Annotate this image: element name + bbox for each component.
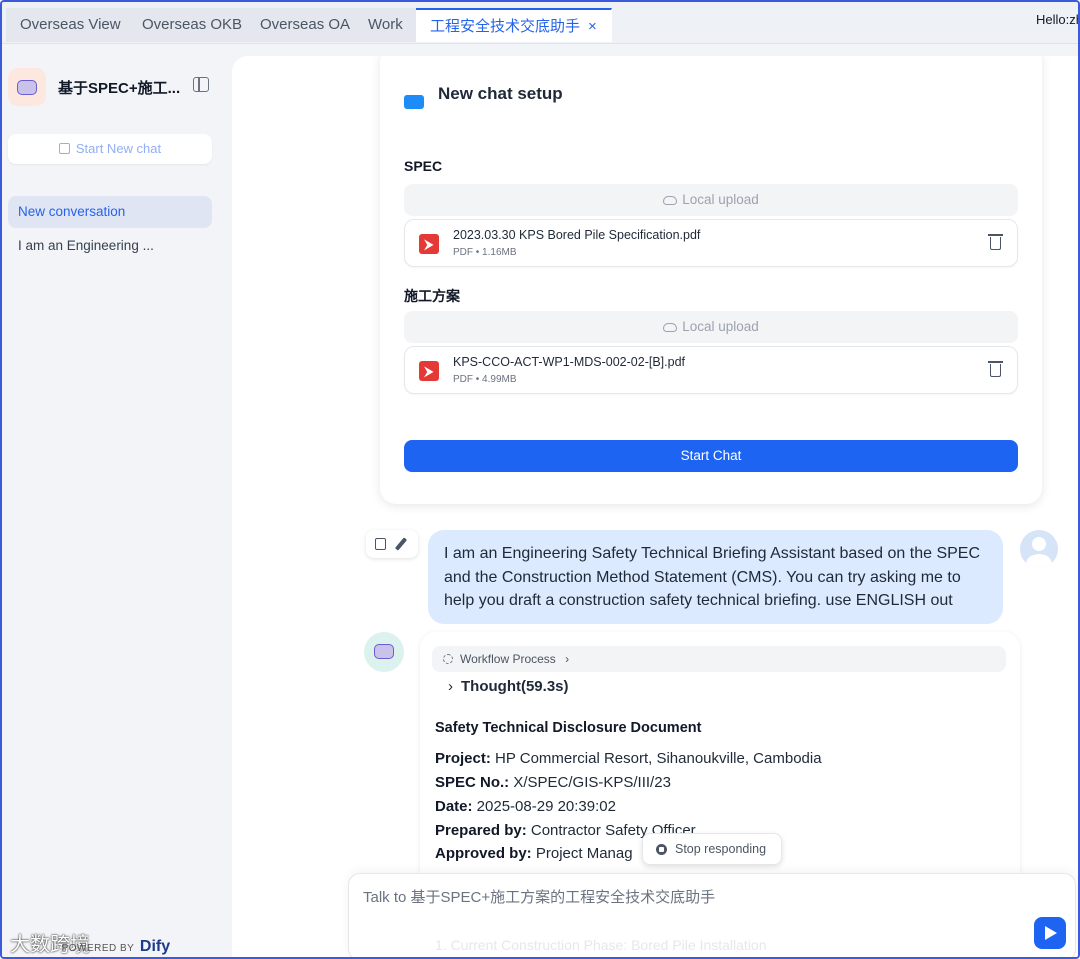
gear-icon (443, 654, 453, 664)
greeting: Hello:zh (1036, 12, 1080, 27)
stop-label: Stop responding (675, 842, 767, 856)
setup-title: New chat setup (438, 84, 563, 103)
chat-setup-icon (404, 95, 424, 109)
document-title: Safety Technical Disclosure Document (435, 720, 702, 736)
trash-icon[interactable] (988, 361, 1003, 377)
spec-upload-button[interactable]: Local upload (404, 184, 1018, 216)
tab-overseas-oa[interactable]: Overseas OA (246, 8, 366, 42)
edit-icon[interactable] (394, 537, 408, 551)
upload-label: Local upload (682, 319, 759, 334)
doc-field: Project: HP Commercial Resort, Sihanoukv… (435, 750, 822, 767)
pdf-icon: ⮞ (419, 361, 439, 381)
chat-setup-card: New chat setup SPEC Local upload ⮞ 2023.… (380, 56, 1042, 504)
workflow-label: Workflow Process (460, 652, 556, 666)
tab-label: Overseas View (20, 16, 121, 33)
conversation-item[interactable]: New conversation (8, 196, 212, 228)
robot-icon (374, 644, 394, 659)
chevron-right-icon: › (565, 652, 570, 666)
trash-icon[interactable] (988, 234, 1003, 250)
file-name: KPS-CCO-ACT-WP1-MDS-002-02-[B].pdf (453, 355, 685, 369)
doc-field: SPEC No.: X/SPEC/GIS-KPS/III/23 (435, 774, 671, 791)
sidebar: 基于SPEC+施工... Start New chat New conversa… (2, 44, 232, 957)
robot-icon (8, 68, 46, 106)
cloud-upload-icon (663, 323, 678, 332)
file-meta: PDF • 1.16MB (453, 247, 517, 258)
thought-label: Thought(59.3s) (461, 678, 569, 695)
start-chat-button[interactable]: Start Chat (404, 440, 1018, 472)
cms-label: 施工方案 (404, 288, 460, 304)
chat-main: New chat setup SPEC Local upload ⮞ 2023.… (232, 56, 1078, 957)
avatar (1020, 530, 1058, 568)
tab-overseas-view[interactable]: Overseas View (6, 8, 136, 42)
start-new-chat-label: Start New chat (75, 141, 162, 156)
tab-label: Work (368, 16, 403, 33)
close-icon[interactable]: × (588, 18, 597, 35)
message-actions (366, 530, 418, 558)
tab-label: Overseas OA (260, 16, 351, 33)
cms-upload-button[interactable]: Local upload (404, 311, 1018, 343)
pdf-icon: ⮞ (419, 234, 439, 254)
workflow-process-toggle[interactable]: Workflow Process › (432, 646, 1006, 672)
chat-input-box: 1. Current Construction Phase: Bored Pil… (348, 873, 1076, 957)
bot-avatar (364, 632, 404, 672)
brand-footer: 大数跨境 POWERED BY Dify (10, 928, 170, 957)
chevron-right-icon: › (448, 678, 453, 695)
tab-overseas-okb[interactable]: Overseas OKB (128, 8, 258, 42)
tab-bar: Overseas View Overseas OKB Overseas OA W… (2, 2, 1080, 44)
tab-label: 工程安全技术交底助手 (430, 18, 581, 35)
chat-input[interactable] (363, 889, 1003, 906)
user-message: I am an Engineering Safety Technical Bri… (428, 530, 1003, 624)
tab-label: Overseas OKB (142, 16, 243, 33)
cloud-upload-icon (663, 196, 678, 205)
spec-file-card: ⮞ 2023.03.30 KPS Bored Pile Specificatio… (404, 219, 1018, 267)
doc-field: Date: 2025-08-29 20:39:02 (435, 798, 616, 815)
thought-toggle[interactable]: › Thought(59.3s) (448, 678, 569, 695)
spec-label: SPEC (404, 158, 443, 174)
faded-message-line: 1. Current Construction Phase: Bored Pil… (435, 937, 767, 953)
start-new-chat-button[interactable]: Start New chat (8, 134, 212, 164)
sidebar-toggle-icon[interactable] (193, 77, 209, 92)
send-button[interactable] (1034, 917, 1066, 949)
conversation-item[interactable]: I am an Engineering ... (8, 230, 212, 262)
app-window: Overseas View Overseas OKB Overseas OA W… (0, 0, 1080, 959)
file-meta: PDF • 4.99MB (453, 374, 517, 385)
dify-logo: Dify (139, 938, 171, 955)
tab-work[interactable]: Work (354, 8, 418, 42)
stop-responding-button[interactable]: Stop responding (642, 833, 782, 865)
file-name: 2023.03.30 KPS Bored Pile Specification.… (453, 228, 701, 242)
edit-icon (58, 143, 70, 154)
stop-icon (656, 844, 667, 855)
copy-icon[interactable] (375, 538, 386, 550)
doc-field: Approved by: Project Manag (435, 845, 633, 862)
cms-file-card: ⮞ KPS-CCO-ACT-WP1-MDS-002-02-[B].pdf PDF… (404, 346, 1018, 394)
powered-by-label: POWERED BY (61, 943, 135, 954)
tab-safety-assistant[interactable]: 工程安全技术交底助手 × (416, 8, 612, 42)
app-title: 基于SPEC+施工... (58, 80, 181, 97)
upload-label: Local upload (682, 192, 759, 207)
